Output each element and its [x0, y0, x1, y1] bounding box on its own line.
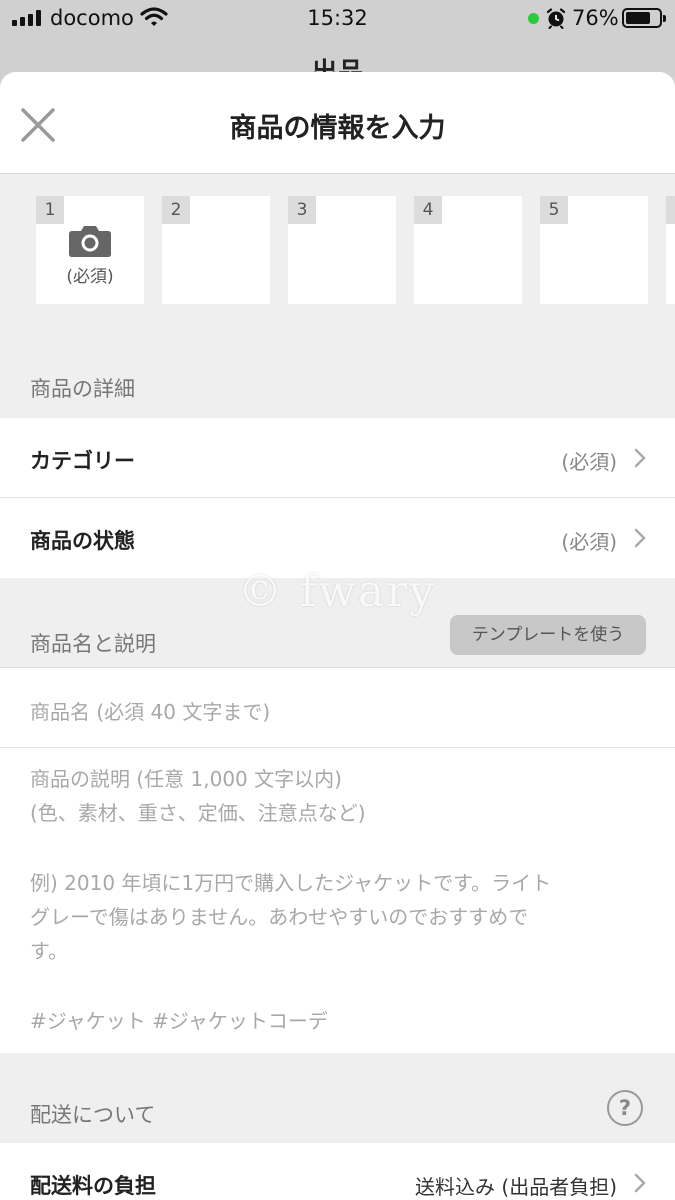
shipping-fee-label: 配送料の負担 [30, 1174, 156, 1198]
photo-slot-5[interactable]: 5 [540, 196, 648, 304]
details-section-header: 商品の詳細 [0, 336, 675, 418]
chevron-right-icon [634, 448, 646, 468]
product-description-input[interactable]: 商品の説明 (任意 1,000 文字以内) (色、素材、重さ、定価、注意点など)… [0, 748, 675, 1053]
category-row[interactable]: カテゴリー (必須) [0, 418, 675, 498]
photo-slot-1[interactable]: 1 (必須) [36, 196, 144, 304]
description-placeholder-line: グレーで傷はありません。あわせやすいのでおすすめで [30, 905, 529, 929]
section-label-shipping: 配送について [30, 1103, 156, 1127]
description-placeholder-line: 例) 2010 年頃に1万円で購入したジャケットです。ライト [30, 871, 552, 895]
chevron-right-icon [634, 528, 646, 548]
listing-sheet: 商品の情報を入力 1 (必須) 2 3 4 5 商品の詳細 カテゴリー (必須)… [0, 72, 675, 1200]
photo-slot-number: 2 [162, 196, 190, 224]
category-value: (必須) [561, 450, 617, 474]
section-label-details: 商品の詳細 [30, 377, 135, 401]
watermark: © fwary [238, 566, 437, 617]
photo-slot-2[interactable]: 2 [162, 196, 270, 304]
page-title: 商品の情報を入力 [229, 113, 446, 144]
alarm-icon [546, 8, 566, 29]
description-placeholder-line: #ジャケット #ジャケットコーデ [30, 1009, 328, 1033]
photo-slot-number: 3 [288, 196, 316, 224]
use-template-button[interactable]: テンプレートを使う [450, 615, 646, 655]
photo-required-label: (必須) [66, 267, 114, 287]
help-icon[interactable]: ? [607, 1090, 643, 1126]
chevron-right-icon [634, 1173, 646, 1193]
shipping-fee-value: 送料込み (出品者負担) [415, 1175, 617, 1199]
photo-slot-3[interactable]: 3 [288, 196, 396, 304]
battery-fill [626, 12, 651, 24]
shipping-fee-row[interactable]: 配送料の負担 送料込み (出品者負担) [0, 1143, 675, 1200]
section-label-name-description: 商品名と説明 [30, 632, 156, 656]
description-placeholder-line: (色、素材、重さ、定価、注意点など) [30, 801, 366, 825]
photo-slot-number: 4 [414, 196, 442, 224]
description-placeholder-line: す。 [30, 939, 68, 963]
status-bar: docomo 15:32 76% [0, 0, 675, 38]
condition-value: (必須) [561, 530, 617, 554]
shipping-section-header: 配送について ? [0, 1053, 675, 1143]
photo-slot-6-partial[interactable] [666, 196, 675, 304]
photo-slot-number-partial [666, 196, 675, 224]
screen: docomo 15:32 76% 出品 商品の情報を入力 [0, 0, 675, 1200]
active-indicator-dot [528, 13, 539, 24]
sheet-header: 商品の情報を入力 [0, 72, 675, 174]
product-name-input[interactable]: 商品名 (必須 40 文字まで) [0, 668, 675, 748]
camera-icon [69, 226, 111, 257]
category-label: カテゴリー [30, 449, 135, 473]
photo-slot-4[interactable]: 4 [414, 196, 522, 304]
description-placeholder-line: 商品の説明 (任意 1,000 文字以内) [30, 767, 342, 791]
photo-slot-number: 1 [36, 196, 64, 224]
condition-label: 商品の状態 [30, 529, 135, 553]
product-name-placeholder: 商品名 (必須 40 文字まで) [30, 700, 271, 724]
battery-icon [622, 8, 666, 28]
photo-slot-number: 5 [540, 196, 568, 224]
photo-slots: 1 (必須) 2 3 4 5 [0, 174, 675, 336]
battery-percent: 76% [572, 6, 619, 30]
